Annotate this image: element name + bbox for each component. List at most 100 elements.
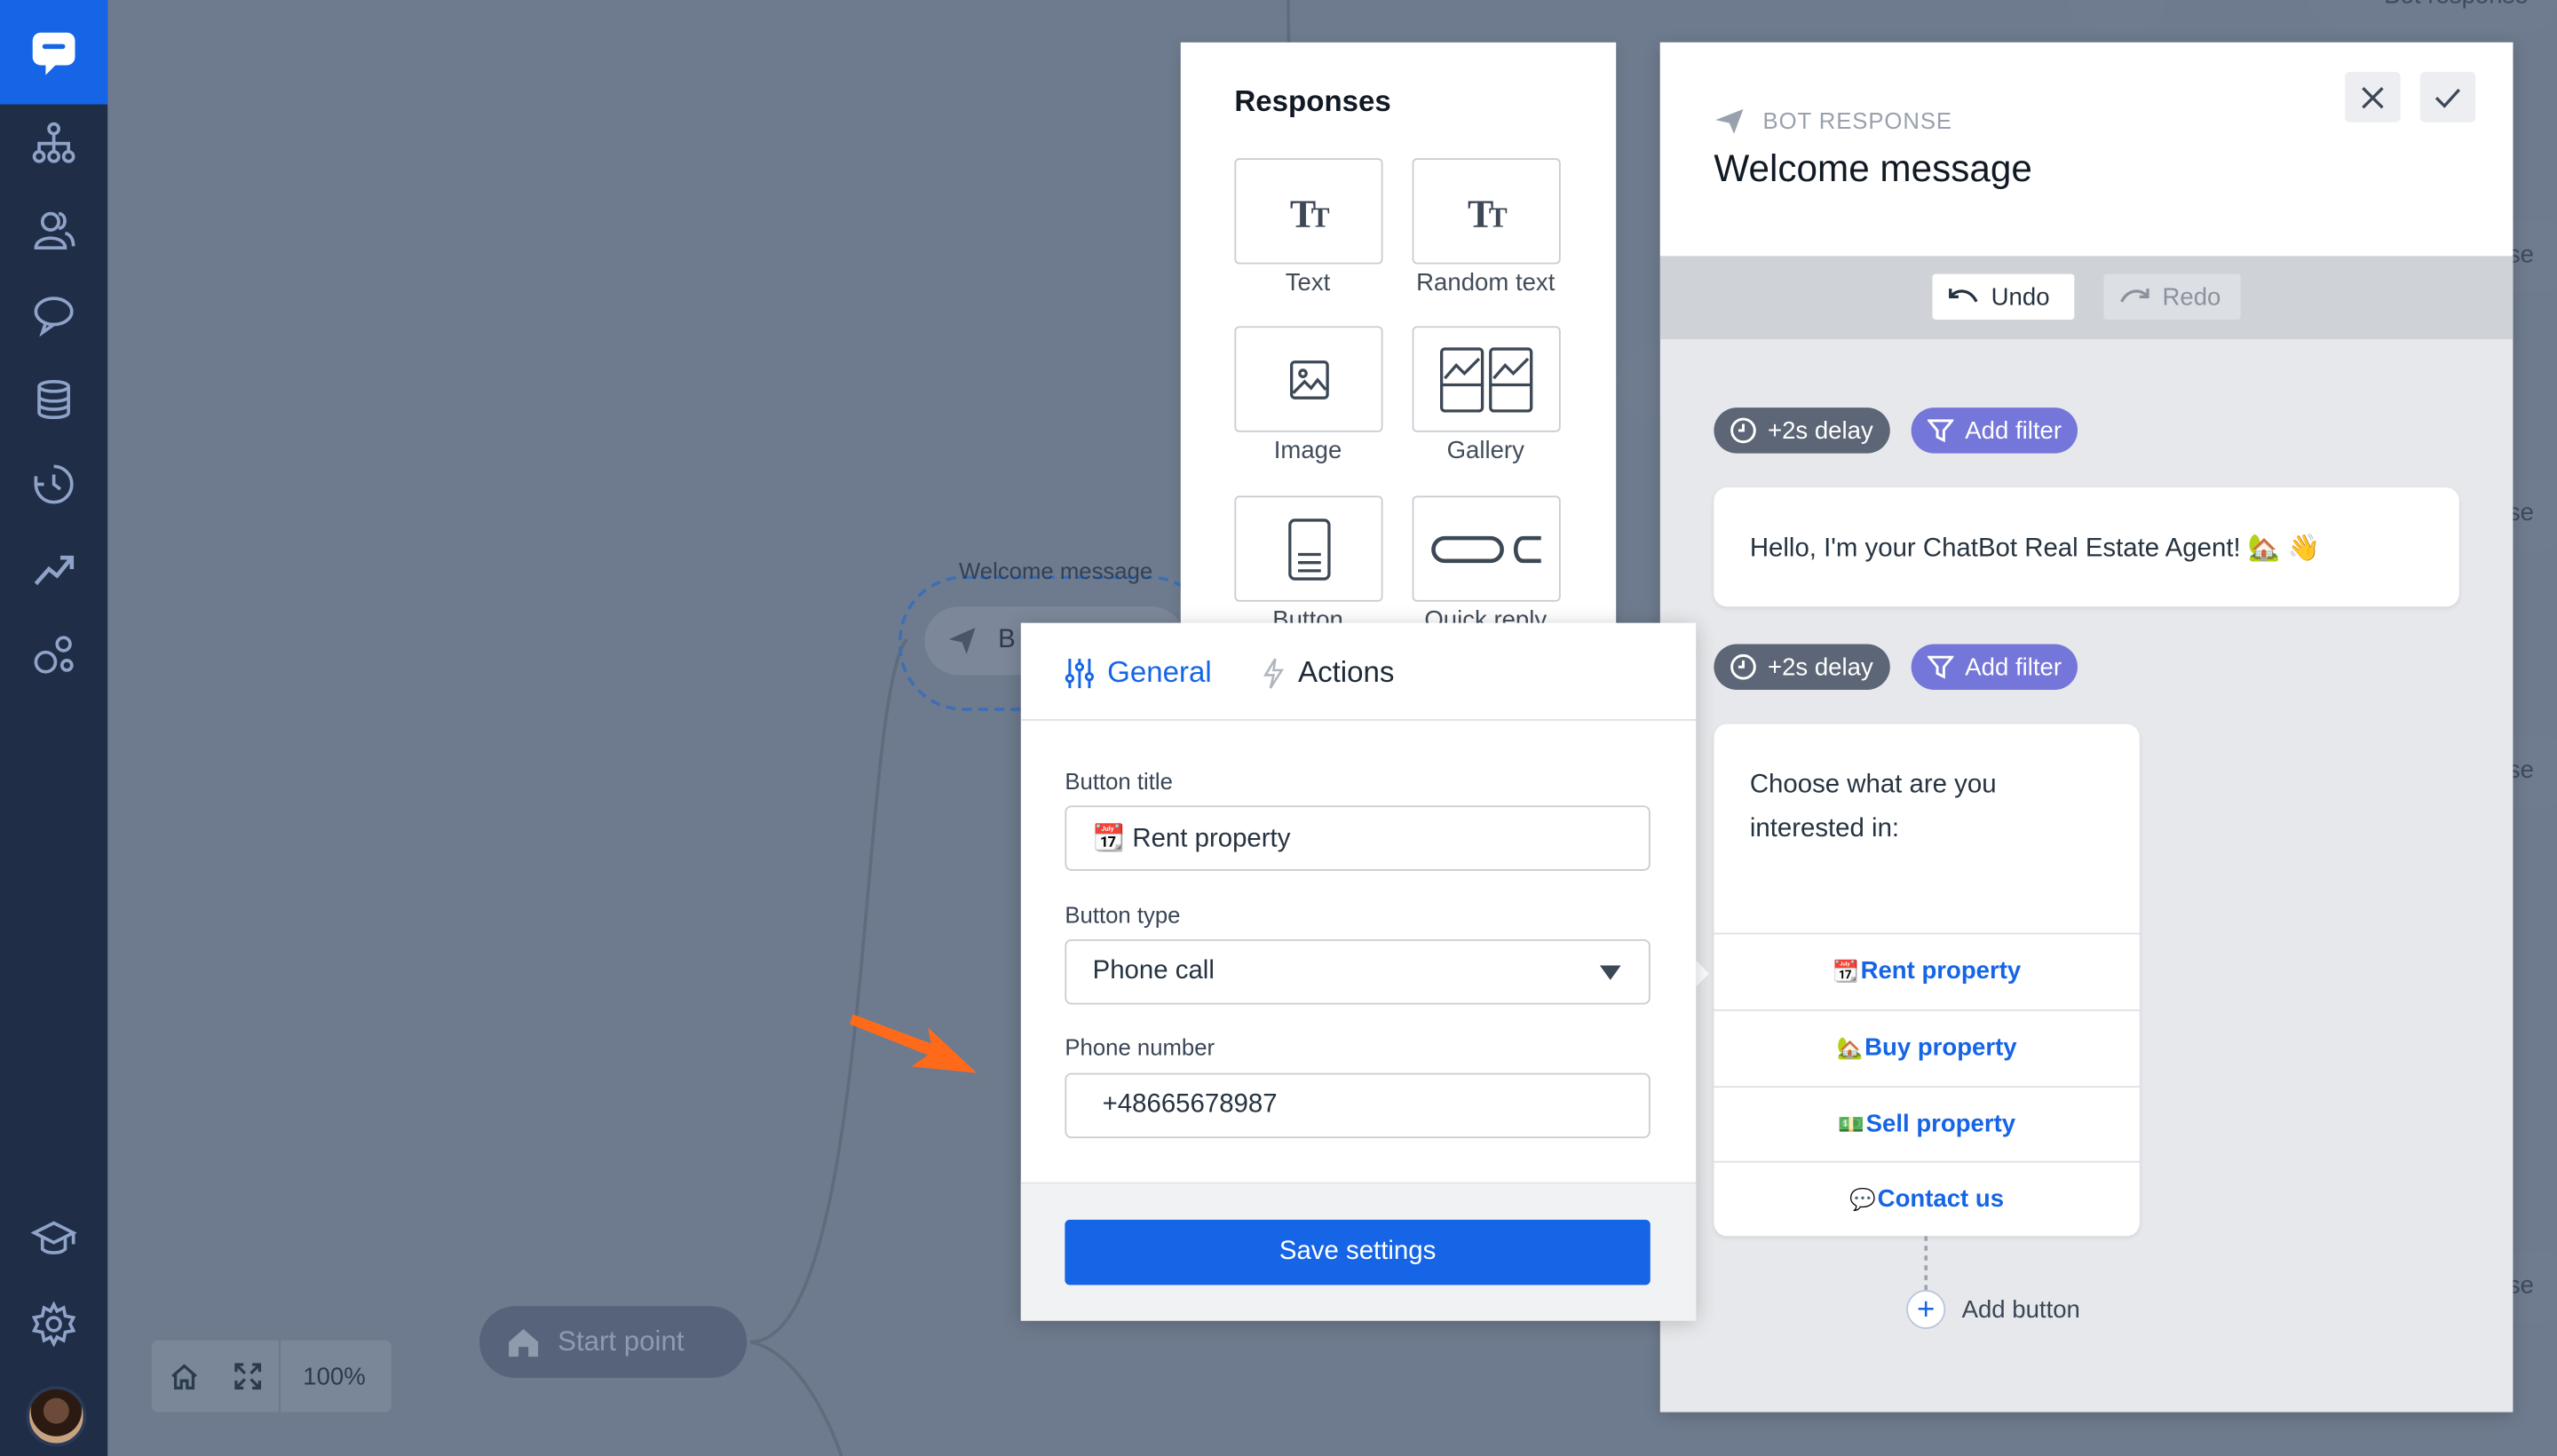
add-filter-label: Add filter — [1965, 653, 2062, 681]
option-label: Contact us — [1877, 1185, 2005, 1214]
random-text-tile-label: Random text — [1416, 269, 1556, 297]
button-icon — [1287, 518, 1330, 580]
send-icon — [1715, 108, 1744, 134]
save-settings-button[interactable]: Save settings — [1065, 1219, 1651, 1286]
settings-nav[interactable] — [28, 1298, 80, 1350]
tab-actions[interactable]: Actions — [1263, 655, 1395, 690]
button-type-value: Phone call — [1092, 957, 1215, 985]
svg-text:T: T — [1310, 201, 1329, 232]
gallery-tile[interactable] — [1412, 326, 1561, 432]
bot-response-header: BOT RESPONSE Welcome message — [1659, 42, 2513, 257]
button-type-select[interactable]: Phone call — [1065, 938, 1651, 1005]
chevron-down-icon — [1599, 965, 1621, 980]
dotted-connector — [1924, 1236, 1928, 1292]
clock-icon — [1730, 417, 1756, 444]
option-button-rent[interactable]: 📆 Rent property — [1714, 932, 2140, 1008]
button-title-input[interactable]: 📆 Rent property — [1065, 805, 1651, 871]
pointer-arrow-icon — [849, 1014, 978, 1073]
zoom-controls: 100% — [151, 1340, 392, 1412]
trend-up-icon — [34, 555, 75, 586]
delay-chip[interactable]: +2s delay — [1714, 408, 1890, 454]
filter-icon — [1928, 419, 1954, 443]
responses-nav[interactable] — [28, 289, 80, 341]
bot-response-panel: BOT RESPONSE Welcome message Undo Redo +… — [1659, 42, 2513, 1412]
speech-emoji: 💬 — [1849, 1186, 1876, 1211]
tab-general-label: General — [1107, 655, 1212, 689]
fit-screen-button[interactable] — [217, 1341, 279, 1412]
random-text-tile[interactable]: TT — [1412, 158, 1561, 265]
chatbot-logo[interactable] — [0, 0, 108, 105]
redo-button[interactable]: Redo — [2103, 273, 2241, 320]
tab-general[interactable]: General — [1065, 655, 1212, 690]
ghost-node-label: B — [998, 626, 1016, 654]
integrations-nav[interactable] — [28, 628, 80, 680]
text-icon: TT — [1289, 191, 1329, 232]
history-toolbar: Undo Redo — [1659, 256, 2513, 340]
graduation-cap-icon — [30, 1221, 77, 1254]
start-point-node[interactable]: Start point — [479, 1306, 748, 1379]
responses-panel: Responses TT Text TT Random text Image G… — [1180, 42, 1617, 629]
user-avatar[interactable] — [26, 1386, 87, 1447]
stories-nav[interactable] — [28, 117, 80, 170]
button-settings-panel: General Actions Button title 📆 Rent prop… — [1020, 622, 1697, 1321]
text-message-bubble[interactable]: Hello, I'm your ChatBot Real Estate Agen… — [1714, 487, 2459, 607]
option-button-sell[interactable]: 💵 Sell property — [1714, 1086, 2140, 1160]
add-filter-label: Add filter — [1965, 416, 2062, 445]
check-icon — [2434, 87, 2461, 107]
quick-reply-tile[interactable] — [1412, 495, 1561, 602]
gallery-icon — [1439, 346, 1532, 412]
option-label: Buy property — [1864, 1033, 2017, 1062]
sitemap-icon — [32, 122, 75, 163]
button-message-bubble[interactable]: Choose what are you interested in: 📆 Rent… — [1714, 724, 2140, 1237]
audience-nav[interactable] — [28, 204, 80, 257]
zoom-level: 100% — [303, 1362, 366, 1390]
academy-nav[interactable] — [28, 1212, 80, 1264]
confirm-button[interactable] — [2419, 71, 2476, 123]
random-text-icon: TT — [1467, 191, 1507, 232]
redo-label: Redo — [2162, 282, 2221, 311]
sidebar — [0, 0, 108, 1456]
bot-response-kind: BOT RESPONSE — [1762, 107, 1952, 134]
image-tile[interactable] — [1234, 326, 1383, 432]
undo-icon — [1949, 289, 1978, 303]
image-icon — [1289, 360, 1328, 399]
background-node-label[interactable]: Bot response — [2308, 0, 2557, 33]
home-view-button[interactable] — [152, 1341, 217, 1412]
users-icon — [34, 211, 75, 250]
gear-icon — [31, 1301, 76, 1348]
option-button-contact[interactable]: 💬 Contact us — [1714, 1160, 2140, 1236]
chat-logo-icon — [32, 32, 75, 75]
close-icon — [2362, 86, 2384, 108]
phone-number-input[interactable]: +48665678987 — [1065, 1072, 1651, 1139]
reports-nav[interactable] — [28, 543, 80, 596]
delay-chip[interactable]: +2s delay — [1714, 644, 1890, 690]
button-message-text: Choose what are you interested in: — [1749, 771, 1997, 843]
gallery-tile-label: Gallery — [1446, 437, 1524, 465]
calendar-emoji: 📆 — [1833, 958, 1859, 983]
button-tile[interactable] — [1234, 495, 1383, 602]
add-filter-chip[interactable]: Add filter — [1911, 408, 2078, 454]
undo-button[interactable]: Undo — [1932, 273, 2075, 320]
quick-reply-icon — [1430, 534, 1540, 563]
add-filter-chip[interactable]: Add filter — [1911, 644, 2078, 690]
add-button-label: Add button — [1961, 1295, 2080, 1324]
chat-bubble-icon — [34, 297, 74, 337]
history-nav[interactable] — [28, 458, 80, 510]
text-tile[interactable]: TT — [1234, 158, 1383, 265]
data-nav[interactable] — [28, 374, 80, 426]
close-button[interactable] — [2345, 71, 2401, 123]
responses-title: Responses — [1234, 84, 1391, 118]
delay-label: +2s delay — [1768, 653, 1873, 681]
start-point-label: Start point — [558, 1325, 685, 1357]
option-button-buy[interactable]: 🏡 Buy property — [1714, 1009, 2140, 1084]
clock-icon — [1730, 653, 1756, 680]
bubbles-icon — [34, 636, 74, 674]
undo-label: Undo — [1991, 282, 2050, 311]
filter-icon — [1928, 655, 1954, 679]
button-title-label: Button title — [1065, 768, 1173, 795]
option-label: Rent property — [1860, 957, 2022, 985]
tab-actions-label: Actions — [1298, 655, 1395, 689]
add-button[interactable]: + Add button — [1906, 1289, 2080, 1329]
phone-number-label: Phone number — [1065, 1033, 1215, 1060]
ghost-node-title: Welcome message — [959, 558, 1153, 584]
